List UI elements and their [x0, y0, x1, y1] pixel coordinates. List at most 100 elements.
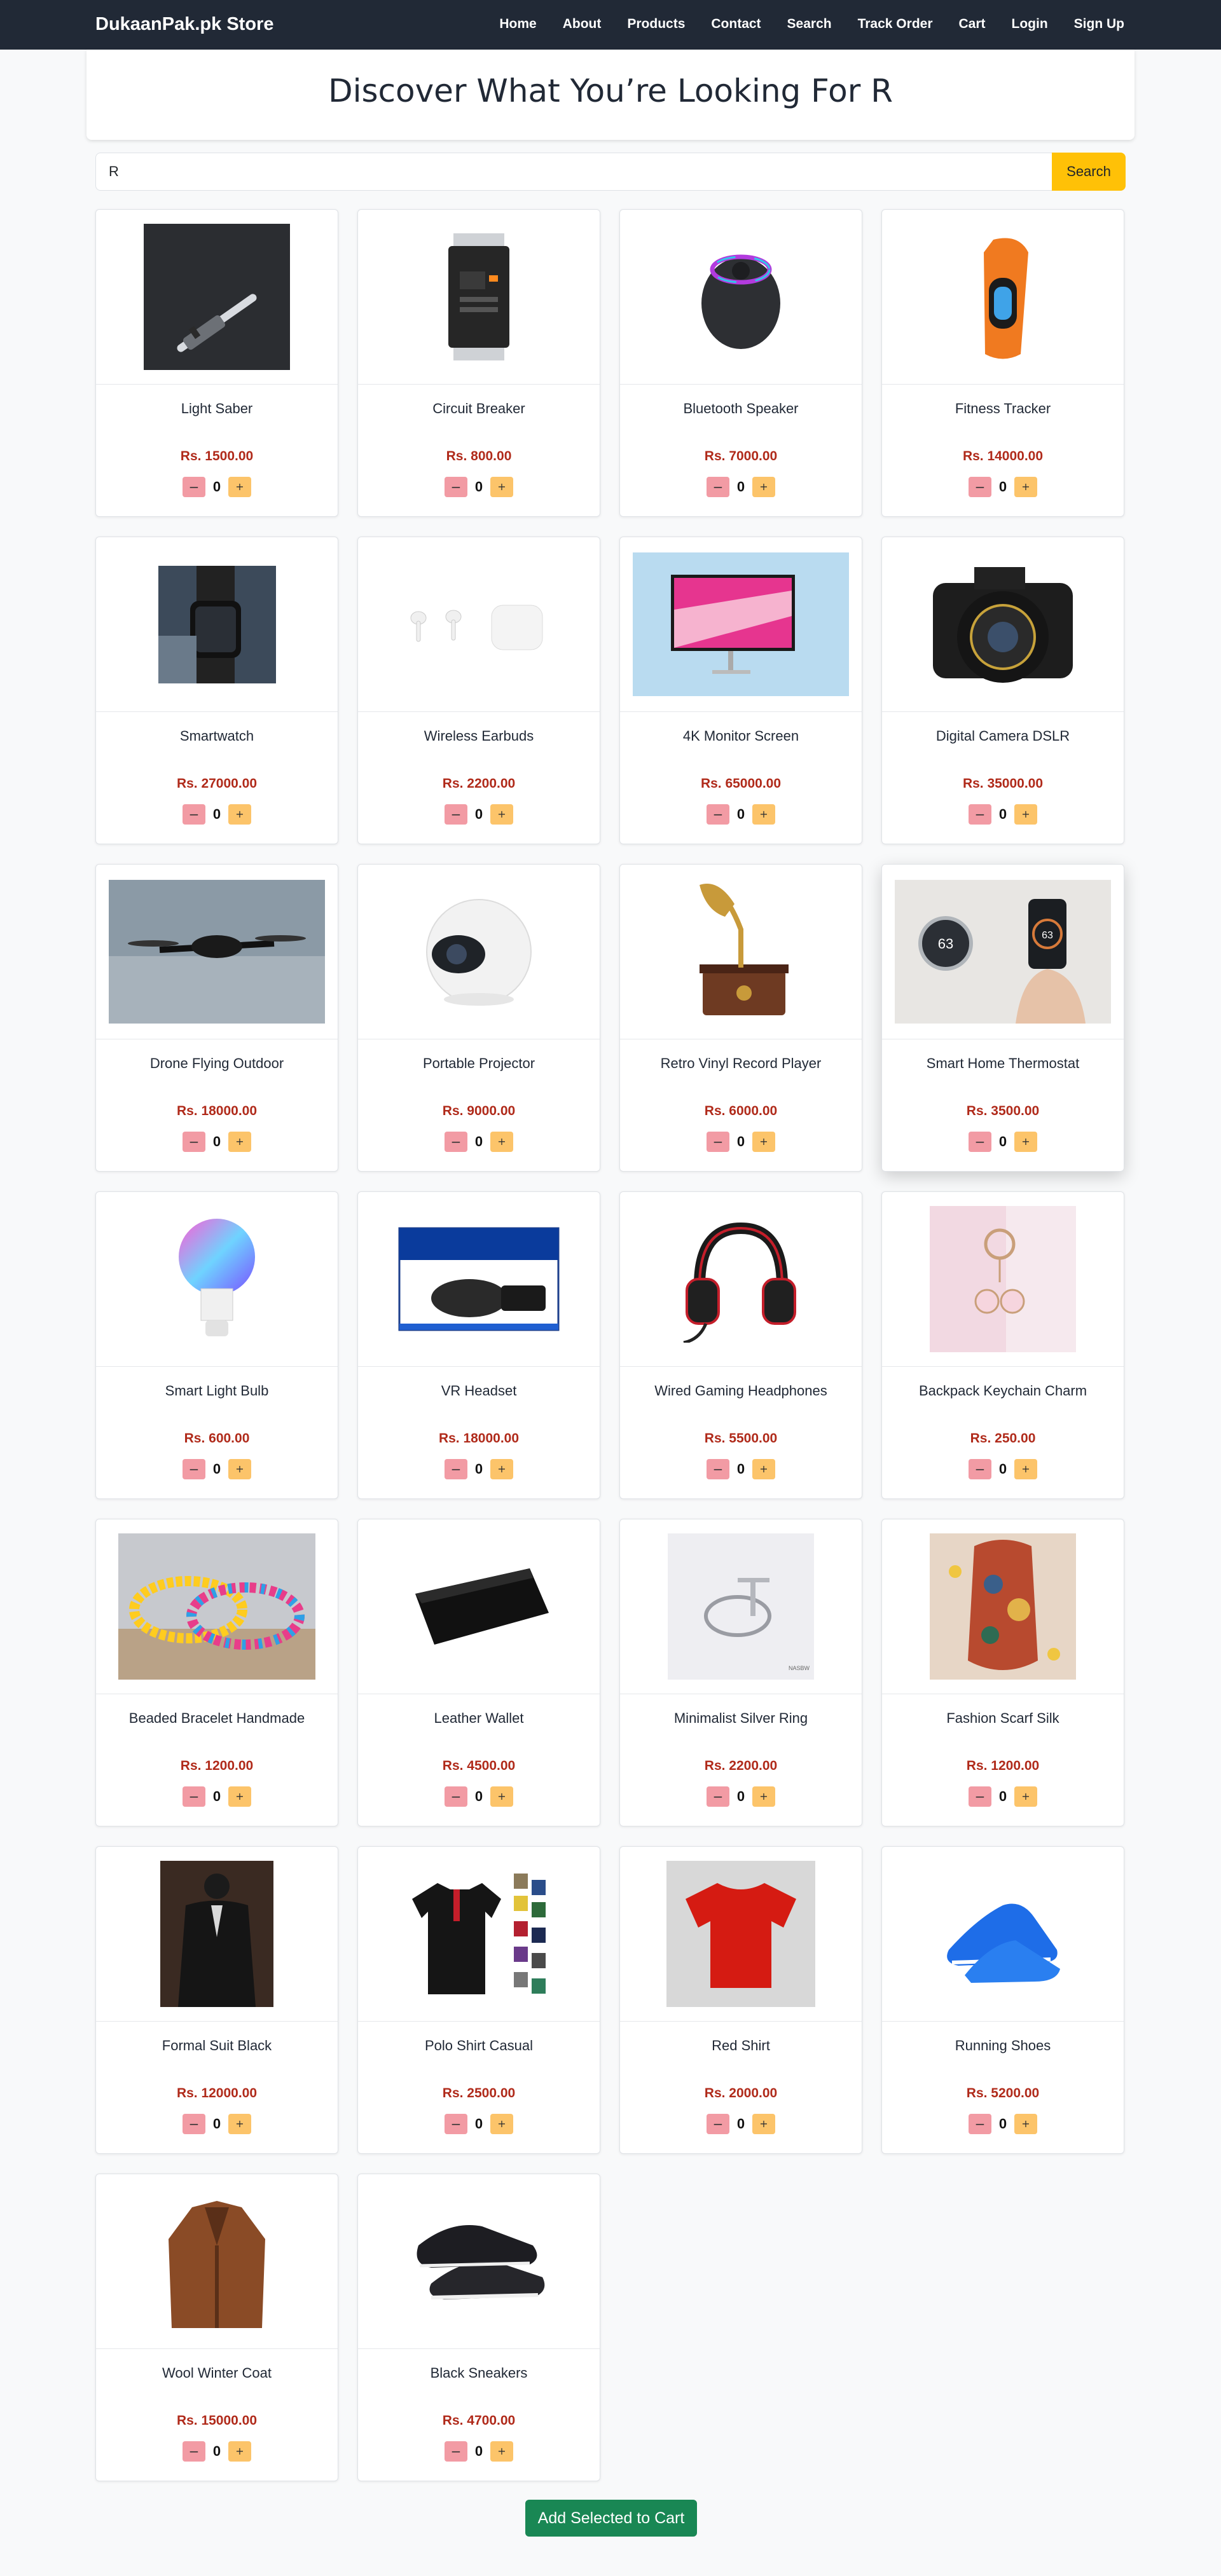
quantity-value: 0 [212, 2443, 221, 2459]
running-shoes-icon [939, 1880, 1066, 1988]
brand-logo[interactable]: DukaanPak.pk Store [95, 14, 273, 35]
nav-search[interactable]: Search [787, 17, 832, 32]
quantity-stepper: −0 + [358, 1786, 600, 1807]
increase-quantity-button[interactable]: + [752, 1786, 775, 1807]
nav-track-order[interactable]: Track Order [858, 17, 933, 32]
product-image-area [620, 537, 862, 712]
monitor-icon [633, 552, 849, 696]
search-button[interactable]: Search [1052, 153, 1126, 191]
navbar: DukaanPak.pk Store Home About Products C… [0, 0, 1221, 50]
product-price: Rs. 12000.00 [176, 2086, 258, 2100]
decrease-quantity-button[interactable]: − [445, 2441, 467, 2462]
increase-quantity-button[interactable]: + [752, 2114, 775, 2134]
decrease-quantity-button[interactable]: − [969, 477, 991, 497]
increase-quantity-button[interactable]: + [490, 477, 513, 497]
decrease-quantity-button[interactable]: − [445, 1786, 467, 1807]
product-image-area [358, 865, 600, 1039]
decrease-quantity-button[interactable]: − [707, 1132, 729, 1152]
decrease-quantity-button[interactable]: − [969, 1459, 991, 1479]
product-image-area [620, 865, 862, 1039]
decrease-quantity-button[interactable]: − [445, 1459, 467, 1479]
quantity-value: 0 [474, 2116, 483, 2132]
quantity-stepper: −0 + [96, 1786, 338, 1807]
nav-contact[interactable]: Contact [711, 17, 761, 32]
increase-quantity-button[interactable]: + [490, 2114, 513, 2134]
increase-quantity-button[interactable]: + [752, 1132, 775, 1152]
increase-quantity-button[interactable]: + [1014, 2114, 1037, 2134]
nav-login[interactable]: Login [1012, 17, 1048, 32]
page-title: Discover What You’re Looking For R [328, 72, 893, 109]
decrease-quantity-button[interactable]: − [445, 804, 467, 825]
product-name: Light Saber [181, 401, 253, 416]
increase-quantity-button[interactable]: + [490, 1786, 513, 1807]
product-price: Rs. 3500.00 [966, 1104, 1040, 1118]
increase-quantity-button[interactable]: + [228, 2114, 251, 2134]
quantity-value: 0 [736, 806, 745, 822]
increase-quantity-button[interactable]: + [228, 1132, 251, 1152]
increase-quantity-button[interactable]: + [752, 804, 775, 825]
decrease-quantity-button[interactable]: − [183, 477, 205, 497]
product-name: Smart Light Bulb [165, 1383, 269, 1399]
quantity-value: 0 [212, 1788, 221, 1804]
increase-quantity-button[interactable]: + [490, 1132, 513, 1152]
decrease-quantity-button[interactable]: − [707, 804, 729, 825]
decrease-quantity-button[interactable]: − [969, 1786, 991, 1807]
decrease-quantity-button[interactable]: − [707, 1786, 729, 1807]
product-price: Rs. 5500.00 [704, 1431, 778, 1446]
suit-icon [160, 1861, 273, 2007]
increase-quantity-button[interactable]: + [490, 2441, 513, 2462]
increase-quantity-button[interactable]: + [490, 804, 513, 825]
decrease-quantity-button[interactable]: − [183, 1132, 205, 1152]
decrease-quantity-button[interactable]: − [183, 1786, 205, 1807]
smartwatch-icon [158, 565, 276, 683]
quantity-value: 0 [212, 806, 221, 822]
increase-quantity-button[interactable]: + [228, 2441, 251, 2462]
decrease-quantity-button[interactable]: − [183, 2441, 205, 2462]
product-name: Beaded Bracelet Handmade [128, 1710, 305, 1726]
nav-products[interactable]: Products [627, 17, 685, 32]
increase-quantity-button[interactable]: + [490, 1459, 513, 1479]
product-name: Leather Wallet [434, 1710, 524, 1726]
increase-quantity-button[interactable]: + [1014, 1786, 1037, 1807]
decrease-quantity-button[interactable]: − [707, 2114, 729, 2134]
product-card: Portable Projector Rs. 9000.00 −0 + [357, 864, 600, 1172]
increase-quantity-button[interactable]: + [1014, 477, 1037, 497]
increase-quantity-button[interactable]: + [228, 1459, 251, 1479]
nav-sign-up[interactable]: Sign Up [1074, 17, 1124, 32]
increase-quantity-button[interactable]: + [1014, 1459, 1037, 1479]
increase-quantity-button[interactable]: + [228, 1786, 251, 1807]
product-name: Formal Suit Black [162, 2038, 272, 2053]
decrease-quantity-button[interactable]: − [183, 2114, 205, 2134]
decrease-quantity-button[interactable]: − [969, 2114, 991, 2134]
search-input[interactable] [95, 153, 1052, 191]
product-name: Drone Flying Outdoor [149, 1055, 284, 1071]
quantity-value: 0 [474, 806, 483, 822]
increase-quantity-button[interactable]: + [752, 1459, 775, 1479]
add-selected-to-cart-button[interactable]: Add Selected to Cart [525, 2500, 697, 2537]
increase-quantity-button[interactable]: + [752, 477, 775, 497]
decrease-quantity-button[interactable]: − [707, 477, 729, 497]
decrease-quantity-button[interactable]: − [445, 1132, 467, 1152]
nav-about[interactable]: About [563, 17, 602, 32]
decrease-quantity-button[interactable]: − [969, 804, 991, 825]
decrease-quantity-button[interactable]: − [707, 1459, 729, 1479]
decrease-quantity-button[interactable]: − [969, 1132, 991, 1152]
decrease-quantity-button[interactable]: − [445, 2114, 467, 2134]
increase-quantity-button[interactable]: + [1014, 804, 1037, 825]
increase-quantity-button[interactable]: + [228, 477, 251, 497]
increase-quantity-button[interactable]: + [1014, 1132, 1037, 1152]
product-image-area [358, 537, 600, 712]
nav-cart[interactable]: Cart [959, 17, 986, 32]
decrease-quantity-button[interactable]: − [183, 804, 205, 825]
decrease-quantity-button[interactable]: − [445, 477, 467, 497]
svg-text:63: 63 [1042, 930, 1053, 941]
increase-quantity-button[interactable]: + [228, 804, 251, 825]
decrease-quantity-button[interactable]: − [183, 1459, 205, 1479]
product-card: Wired Gaming Headphones Rs. 5500.00 −0 + [619, 1191, 862, 1499]
dslr-camera-icon [927, 551, 1079, 697]
product-image-area [96, 2174, 338, 2349]
nav-home[interactable]: Home [499, 17, 536, 32]
quantity-stepper: −0 + [96, 1459, 338, 1479]
sneakers-icon [406, 2207, 552, 2315]
product-image-area [620, 210, 862, 385]
